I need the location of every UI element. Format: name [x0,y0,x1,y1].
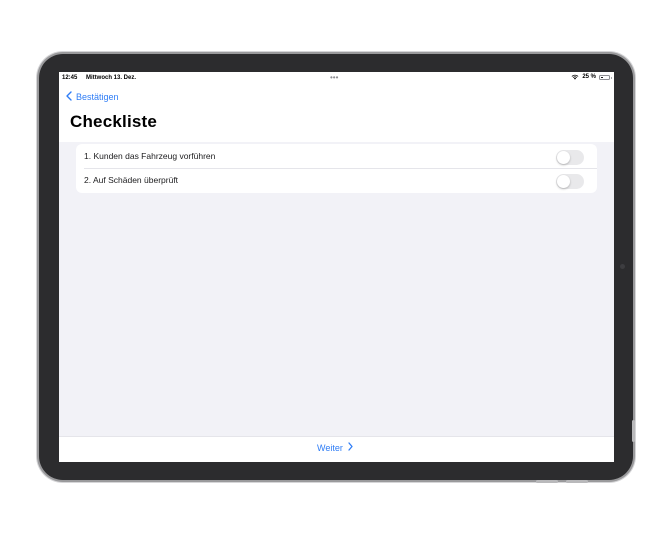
screen: 12:45 Mittwoch 13. Dez. ••• 25 % Bestäti… [59,72,614,462]
side-button [536,480,558,483]
checklist-card: 1. Kunden das Fahrzeug vorführen 2. Auf … [76,144,597,193]
checklist-item-label: 2. Auf Schäden überprüft [84,175,179,185]
checklist-item-toggle[interactable] [556,174,584,189]
checklist-content: 1. Kunden das Fahrzeug vorführen 2. Auf … [68,142,605,436]
status-date: Mittwoch 13. Dez. [86,75,137,81]
bottom-toolbar: Weiter [59,436,614,462]
navigation-header: Bestätigen Checkliste [59,84,614,142]
battery-level-fill [601,76,603,78]
checklist-item: 1. Kunden das Fahrzeug vorführen [76,144,597,169]
chevron-left-icon [66,91,72,103]
next-button[interactable]: Weiter [317,442,353,453]
volume-button [632,420,635,442]
side-button [566,480,588,483]
checklist-item-toggle[interactable] [556,150,584,165]
back-button[interactable]: Bestätigen [66,91,119,103]
status-time: 12:45 [62,75,78,81]
status-bar: 12:45 Mittwoch 13. Dez. ••• 25 % [59,72,614,84]
back-button-label: Bestätigen [76,92,119,102]
toggle-knob [557,151,570,164]
multitasking-dots-icon[interactable]: ••• [330,73,338,82]
toggle-knob [557,175,570,188]
checklist-item-label: 1. Kunden das Fahrzeug vorführen [84,151,216,161]
chevron-right-icon [348,442,353,453]
page-title: Checkliste [70,112,158,131]
next-button-label: Weiter [317,442,343,453]
battery-percentage: 25 % [582,74,596,80]
checklist-item: 2. Auf Schäden überprüft [76,168,597,192]
battery-icon [599,74,612,80]
status-indicators: 25 % [571,74,612,80]
camera-dot [620,264,625,269]
wifi-icon [571,74,579,80]
